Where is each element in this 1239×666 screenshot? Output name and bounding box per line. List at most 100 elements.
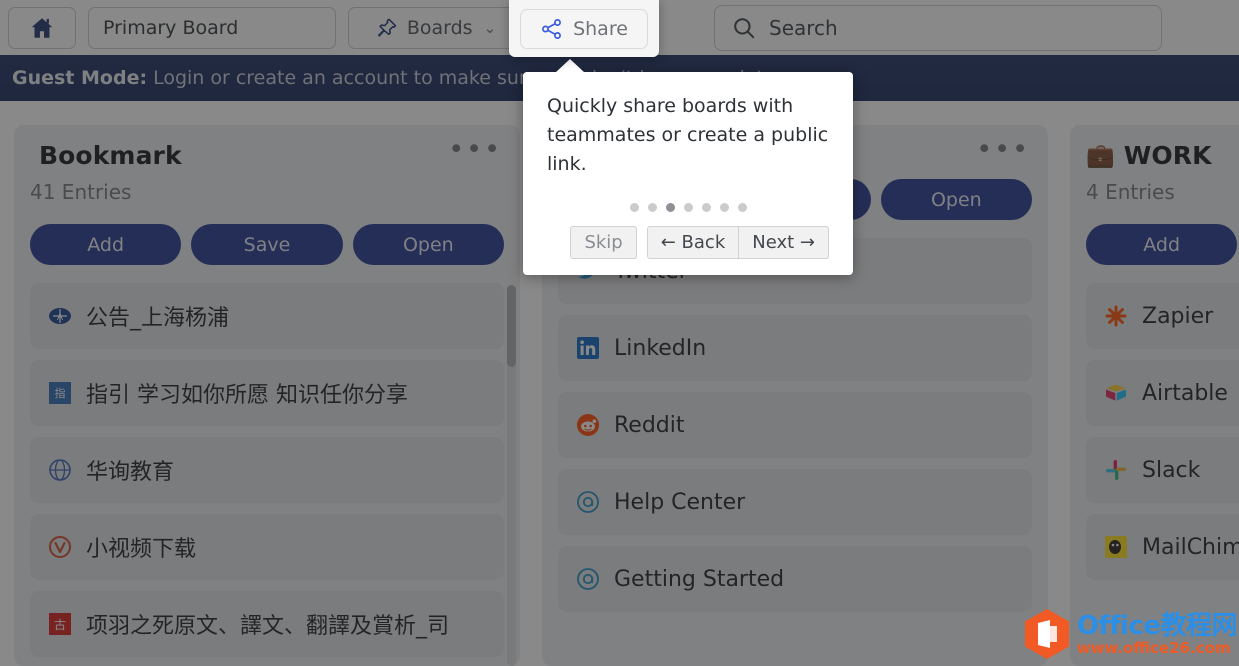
- globe-favicon: [49, 459, 71, 481]
- app-root: Primary Board Boards ⌄ Share Search: [0, 0, 1239, 666]
- board-column: 💼 WORK ••• 4 Entries Add Save Open: [1070, 125, 1239, 666]
- zhiyin-favicon: 指: [49, 382, 71, 404]
- svg-text:A: A: [57, 312, 63, 322]
- column-title: Bookmark: [30, 141, 182, 170]
- tour-next-button[interactable]: Next →: [739, 226, 829, 259]
- list-item-label: 公告_上海杨浦: [86, 306, 230, 331]
- boards-menu-button[interactable]: Boards ⌄: [348, 6, 524, 49]
- list-item[interactable]: A 公告_上海杨浦: [30, 283, 504, 349]
- tour-step-dots: [547, 203, 829, 212]
- entry-list: A 公告_上海杨浦 指 指引 学习如你所愿 知识任你分享 华询教育 小视频下载 …: [30, 283, 504, 657]
- tour-nav-group: ← Back Next →: [646, 226, 829, 259]
- board-name-field[interactable]: Primary Board: [88, 6, 336, 49]
- pin-icon: [377, 18, 397, 37]
- list-item-label: 指引 学习如你所愿 知识任你分享: [86, 383, 408, 408]
- tour-buttons: Skip ← Back Next →: [547, 226, 829, 259]
- board-name-text: Primary Board: [103, 16, 239, 39]
- column-header: 💼 WORK •••: [1086, 141, 1239, 170]
- add-button[interactable]: Add: [30, 224, 182, 265]
- list-item[interactable]: Airtable: [1086, 360, 1239, 426]
- slack-favicon: [1106, 460, 1126, 480]
- list-item[interactable]: 小视频下载: [30, 514, 504, 580]
- tour-dot-6[interactable]: [719, 203, 729, 212]
- column-scrollbar[interactable]: [507, 285, 516, 666]
- open-button[interactable]: Open: [880, 179, 1032, 220]
- list-item-label: 小视频下载: [86, 537, 197, 562]
- add-button[interactable]: Add: [1086, 224, 1238, 265]
- list-item[interactable]: 指 指引 学习如你所愿 知识任你分享: [30, 360, 504, 426]
- mailchimp-favicon: [1105, 536, 1127, 558]
- tour-dot-7[interactable]: [737, 203, 747, 212]
- share-button-inner[interactable]: Share: [520, 8, 648, 49]
- tour-body-text: Quickly share boards with teammates or c…: [547, 95, 829, 175]
- list-item-label: LinkedIn: [614, 335, 707, 361]
- column-header: Bookmark •••: [30, 136, 504, 170]
- list-item[interactable]: LinkedIn: [558, 315, 1032, 381]
- column-title-text: WORK: [1123, 141, 1212, 170]
- tour-dot-1[interactable]: [629, 203, 639, 212]
- tour-back-button[interactable]: ← Back: [646, 226, 740, 259]
- list-item-label: Slack: [1142, 457, 1201, 483]
- entry-list: Twitter LinkedIn: [558, 238, 1032, 612]
- column-title: 💼 WORK: [1086, 141, 1212, 170]
- share-button-highlighted[interactable]: Share: [509, 0, 659, 57]
- list-item[interactable]: 华询教育: [30, 437, 504, 503]
- column-actions: Add Save Open: [30, 224, 504, 265]
- share-label: Share: [573, 17, 628, 40]
- svg-text:古: 古: [54, 617, 66, 632]
- list-item[interactable]: Zapier: [1086, 283, 1239, 349]
- search-input[interactable]: Search: [714, 4, 1162, 51]
- list-item-label: Zapier: [1142, 303, 1214, 329]
- list-item-label: Getting Started: [614, 566, 785, 592]
- column-menu-button[interactable]: •••: [974, 136, 1032, 163]
- list-item[interactable]: Getting Started: [558, 546, 1032, 612]
- helpcenter-favicon: [577, 491, 599, 513]
- column-menu-button[interactable]: •••: [446, 136, 504, 163]
- column-actions: Add Save Open: [1086, 224, 1239, 265]
- search-placeholder-text: Search: [769, 15, 838, 40]
- list-item[interactable]: Slack: [1086, 437, 1239, 503]
- share-nodes-icon: [542, 18, 562, 39]
- board-column: Bookmark ••• 41 Entries Add Save Open A …: [14, 125, 520, 666]
- column-entry-count: 4 Entries: [1086, 180, 1175, 204]
- search-icon: [734, 17, 755, 38]
- svg-text:指: 指: [55, 386, 66, 400]
- list-item-label: Airtable: [1142, 380, 1228, 406]
- tour-dot-2[interactable]: [647, 203, 657, 212]
- guest-mode-prefix: Guest Mode:: [12, 67, 148, 89]
- tour-dot-5[interactable]: [701, 203, 711, 212]
- linkedin-favicon: [577, 337, 599, 359]
- save-button[interactable]: Save: [191, 224, 343, 265]
- list-item[interactable]: 古 项羽之死原文、譯文、翻譯及賞析_司: [30, 591, 504, 657]
- tour-arrow: [555, 59, 585, 73]
- v-circle-favicon: [49, 536, 71, 558]
- red-square-favicon: 古: [49, 613, 71, 635]
- airtable-favicon: [1106, 384, 1126, 401]
- scrollbar-thumb[interactable]: [507, 285, 516, 367]
- reddit-favicon: [577, 414, 599, 436]
- home-icon: [31, 17, 53, 38]
- list-item-label: 华询教育: [86, 460, 175, 485]
- column-title-text: Bookmark: [39, 141, 182, 170]
- list-item-label: MailChimp: [1142, 534, 1239, 560]
- column-entry-count: 41 Entries: [30, 180, 132, 204]
- list-item[interactable]: Help Center: [558, 469, 1032, 535]
- list-item[interactable]: Reddit: [558, 392, 1032, 458]
- open-button[interactable]: Open: [352, 224, 504, 265]
- list-item-label: Help Center: [614, 489, 746, 515]
- list-item-label: Reddit: [614, 412, 685, 438]
- tour-skip-button[interactable]: Skip: [570, 226, 637, 259]
- home-button[interactable]: [8, 6, 76, 49]
- zapier-favicon: [1105, 305, 1127, 327]
- gettingstarted-favicon: [577, 568, 599, 590]
- boards-label: Boards: [406, 16, 473, 39]
- tour-dot-3[interactable]: [665, 203, 675, 212]
- chevron-down-icon: ⌄: [483, 18, 497, 37]
- tour-dot-4[interactable]: [683, 203, 693, 212]
- briefcase-icon: 💼: [1086, 143, 1115, 169]
- list-item[interactable]: MailChimp: [1086, 514, 1239, 580]
- globe-blue-favicon: A: [49, 308, 71, 324]
- entry-list: Zapier Airtable Slack MailChim: [1086, 283, 1239, 580]
- onboarding-tour-popover: Quickly share boards with teammates or c…: [523, 59, 853, 275]
- list-item-label: 项羽之死原文、譯文、翻譯及賞析_司: [86, 614, 450, 639]
